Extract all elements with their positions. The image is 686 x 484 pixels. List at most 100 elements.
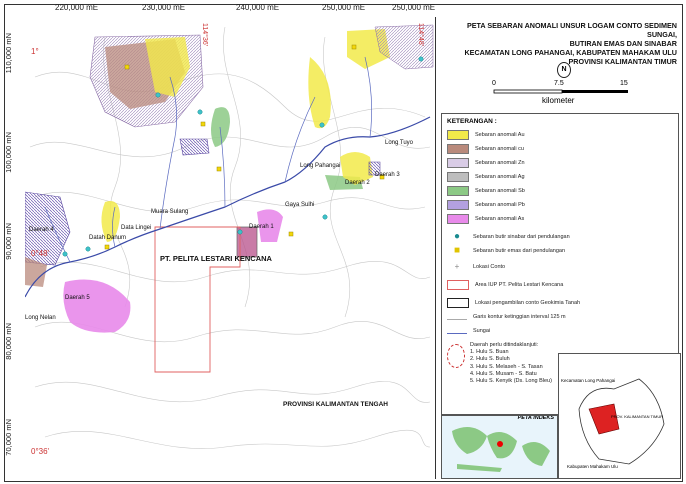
longitude-label: 114°48' (417, 23, 424, 47)
concession-label: PT. PELITA LESTARI KENCANA (160, 254, 272, 263)
easting-label: 250,000 mE (322, 3, 366, 12)
follow-up-list: Daerah perlu ditindaklanjuti: 1. Hulu S.… (470, 342, 552, 385)
latitude-label: 1° (31, 47, 39, 56)
latitude-label: 0°48' (31, 249, 50, 258)
place-label: Daerah 4 (29, 227, 54, 233)
legend-item: Sebaran anomali cu (447, 144, 524, 154)
title-line: BUTIRAN EMAS DAN SINABAR (569, 39, 677, 48)
place-label: Muara Sulang (151, 209, 189, 215)
index-map-svg (452, 427, 550, 472)
gold-icon: ■ (453, 245, 461, 256)
easting-label: 230,000 mE (142, 3, 186, 12)
title-line: KECAMATAN LONG PAHANGAI, KABUPATEN MAHAK… (464, 48, 677, 57)
legend-item: + Lokasi Conto (447, 262, 505, 272)
legend-label: Sebaran butir emas dari pendulangan (473, 248, 566, 254)
legend-label: Sebaran butir sinabar dari pendulangan (473, 234, 570, 240)
legend-item: Sebaran anomali Ag (447, 172, 525, 182)
follow-up-heading: Daerah perlu ditindaklanjuti: (470, 342, 539, 348)
north-arrow-icon: N (557, 62, 571, 78)
place-label: Daerah 5 (65, 295, 90, 301)
legend-item: Lokasi pengambilan conto Geokimia Tanah (447, 298, 580, 308)
follow-up-item: 2. Hulu S. Buluh (470, 356, 510, 363)
northing-label: 80,000 mN (4, 323, 13, 360)
place-label: Long Tuyo (385, 140, 414, 146)
legend-label: Sebaran anomali Sb (475, 188, 525, 194)
north-label: N (561, 66, 567, 73)
province-label: PROVINSI KALIMANTAN TENGAH (283, 401, 388, 408)
place-label: Gaya Sulhi (285, 202, 315, 208)
place-label: Long Nelan (25, 315, 56, 321)
northing-label: 70,000 mN (4, 419, 13, 456)
legend-label: Sebaran anomali cu (475, 146, 524, 152)
follow-up-area-icon (447, 344, 465, 368)
sinabar-icon: ● (453, 231, 461, 242)
map-canvas[interactable]: 1° 0°48' 0°36' 114°36' 114°48' PT. PELIT… (24, 17, 436, 479)
latitude-label: 0°36' (31, 447, 50, 456)
place-label: Datah Danum (89, 235, 127, 241)
legend-item: Sebaran anomali Sb (447, 186, 525, 196)
legend-item: Garis kontur ketinggian interval 125 m (447, 312, 566, 322)
legend-item: Sebaran anomali Zn (447, 158, 525, 168)
place-label: Long Pahangai (300, 163, 341, 169)
place-label: Daerah 1 (249, 224, 274, 230)
easting-axis: 220,000 mE 230,000 mE 240,000 mE 250,000… (0, 3, 440, 17)
northing-label: 100,000 mN (4, 132, 13, 173)
district-label: Kecamatan Long Pahangai (561, 378, 616, 383)
scale-unit: kilometer (542, 96, 575, 105)
index-map-title: PETA INDEKS (517, 415, 554, 421)
legend-label: Sebaran anomali Ag (475, 174, 525, 180)
easting-label: 220,000 mE (55, 3, 99, 12)
river-icon (447, 329, 467, 334)
province-inset-label: PROV. KALIMANTAN TIMUR (611, 414, 664, 419)
legend-swatch (447, 172, 469, 182)
legend-label: Sebaran anomali As (475, 216, 525, 222)
map-title: PETA SEBARAN ANOMALI UNSUR LOGAM CONTO S… (443, 21, 677, 66)
scale-bar: 0 7.5 15 kilometer (490, 78, 630, 108)
northing-label: 90,000 mN (4, 223, 13, 260)
longitude-label: 114°36' (201, 23, 208, 47)
legend-label: Sebaran anomali Zn (475, 160, 525, 166)
legend-swatch (447, 186, 469, 196)
follow-up-item: 1. Hulu S. Buan (470, 349, 509, 356)
sample-location-icon: + (454, 262, 460, 271)
legend-swatch (447, 200, 469, 210)
legend-item: Sebaran anomali Pb (447, 200, 525, 210)
regency-label: Kabupaten Mahakam Ulu (567, 464, 618, 469)
place-label: Daerah 2 (345, 180, 370, 186)
legend-item: ■ Sebaran butir emas dari pendulangan (447, 246, 565, 256)
legend-item: Sebaran anomali As (447, 214, 524, 224)
northing-label: 110,000 mN (4, 33, 13, 74)
district-map-inset: Kecamatan Long Pahangai PROV. KALIMANTAN… (558, 353, 681, 479)
follow-up-item: 4. Hulu S. Musam - S. Batu (470, 370, 537, 377)
title-line: PETA SEBARAN ANOMALI UNSUR LOGAM CONTO S… (466, 21, 677, 39)
legend-label: Lokasi Conto (473, 264, 506, 270)
legend-item: ● Sebaran butir sinabar dari pendulangan (447, 232, 570, 242)
legend-label: Lokasi pengambilan conto Geokimia Tanah (475, 300, 581, 306)
legend-label: Garis kontur ketinggian interval 125 m (473, 314, 566, 320)
legend-item: Sebaran anomali Au (447, 130, 525, 140)
scale-tick: 15 (620, 80, 628, 87)
iup-area-icon (447, 280, 469, 290)
place-label: Data Lingei (121, 225, 152, 231)
follow-up-item: 5. Hulu S. Kenyik (Ds. Long Bleu) (470, 378, 552, 385)
legend-label: Sungai (473, 328, 491, 334)
legend-label: Area IUP PT. Pelita Lestari Kencana (475, 282, 564, 288)
legend-label: Sebaran anomali Pb (475, 202, 525, 208)
legend-item: Sungai (447, 326, 490, 336)
legend-swatch (447, 144, 469, 154)
legend-swatch (447, 214, 469, 224)
place-label: Daerah 3 (375, 172, 400, 178)
river (24, 116, 431, 298)
easting-label: 240,000 mE (236, 3, 280, 12)
northing-axis: 110,000 mN 100,000 mN 90,000 mN 80,000 m… (4, 17, 26, 477)
contour-icon (447, 315, 467, 320)
scale-tick: 0 (492, 80, 496, 87)
follow-up-item: 3. Hulu S. Melaseh - S. Tasan (470, 363, 543, 370)
scale-tick: 7.5 (554, 80, 564, 87)
iup-boundary (154, 226, 241, 373)
legend-heading: KETERANGAN : (447, 118, 497, 125)
anomaly-zones (24, 24, 434, 333)
index-map-inset: PETA INDEKS (441, 415, 558, 479)
legend-item: Area IUP PT. Pelita Lestari Kencana (447, 280, 563, 290)
soil-sample-area-icon (447, 298, 469, 308)
